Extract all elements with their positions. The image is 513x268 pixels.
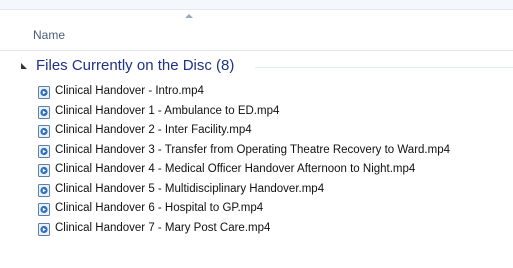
file-item[interactable]: Clinical Handover 2 - Inter Facility.mp4	[0, 123, 513, 143]
file-item[interactable]: Clinical Handover - Intro.mp4	[0, 84, 513, 104]
collapse-triangle-icon[interactable]	[21, 63, 27, 69]
file-name[interactable]: Clinical Handover 2 - Inter Facility.mp4	[55, 124, 252, 136]
video-file-icon	[38, 164, 50, 177]
video-file-icon	[38, 203, 50, 216]
name-column-header[interactable]: Name	[33, 28, 65, 42]
file-name[interactable]: Clinical Handover 5 - Multidisciplinary …	[55, 183, 324, 195]
file-name[interactable]: Clinical Handover - Intro.mp4	[55, 85, 204, 97]
video-file-icon	[38, 105, 50, 119]
file-item[interactable]: Clinical Handover 3 - Transfer from Oper…	[0, 143, 513, 163]
toolbar-strip	[0, 0, 513, 10]
group-divider	[255, 67, 513, 68]
file-item[interactable]: Clinical Handover 5 - Multidisciplinary …	[0, 182, 513, 202]
video-file-icon	[38, 222, 50, 236]
video-file-icon	[38, 86, 50, 99]
group-title[interactable]: Files Currently on the Disc (8)	[36, 57, 234, 74]
column-header[interactable]: Name	[0, 10, 513, 51]
file-name[interactable]: Clinical Handover 4 - Medical Officer Ha…	[55, 163, 415, 175]
file-item[interactable]: Clinical Handover 6 - Hospital to GP.mp4	[0, 201, 513, 221]
file-name[interactable]: Clinical Handover 6 - Hospital to GP.mp4	[55, 202, 263, 214]
file-item[interactable]: Clinical Handover 7 - Mary Post Care.mp4	[0, 221, 513, 241]
video-file-icon	[38, 125, 50, 138]
sort-ascending-icon[interactable]	[185, 14, 193, 18]
video-file-icon	[38, 183, 50, 197]
file-name[interactable]: Clinical Handover 1 - Ambulance to ED.mp…	[55, 105, 279, 117]
video-file-icon	[38, 144, 50, 158]
file-list: Clinical Handover - Intro.mp4 Clinical H…	[0, 84, 513, 240]
file-name[interactable]: Clinical Handover 3 - Transfer from Oper…	[55, 144, 450, 156]
file-item[interactable]: Clinical Handover 1 - Ambulance to ED.mp…	[0, 104, 513, 124]
file-item[interactable]: Clinical Handover 4 - Medical Officer Ha…	[0, 162, 513, 182]
file-name[interactable]: Clinical Handover 7 - Mary Post Care.mp4	[55, 222, 270, 234]
file-group-header[interactable]: Files Currently on the Disc (8)	[0, 56, 513, 76]
